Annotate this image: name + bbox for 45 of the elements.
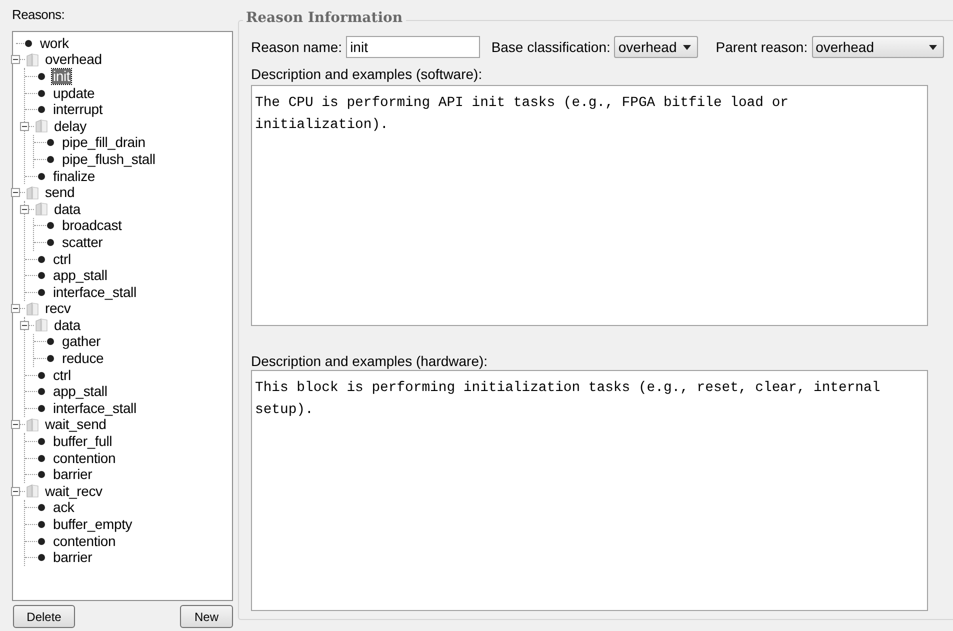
tree-item[interactable]: recv [44,301,72,316]
field-label: Parent reason: [716,39,808,55]
tree-item[interactable]: scatter [61,234,104,250]
tree-item[interactable]: data [53,202,82,217]
tree-item[interactable]: interface_stall [52,400,138,416]
tree-item[interactable]: ctrl [52,252,72,267]
tree-item[interactable]: pipe_flush_stall [61,152,156,167]
field-label: Base classification: [491,39,610,55]
parent-reason-dropdown[interactable]: overhead [812,36,944,58]
hardware-description-field[interactable]: This block is performing initialization tasks (e.g., reset, clear, internal setup). [251,370,928,611]
section-label: Reasons: [12,7,66,24]
tree-item[interactable]: app_stall [52,268,108,284]
tree-item[interactable]: broadcast [61,218,123,234]
tree-item[interactable]: work [39,36,70,51]
software-description-field[interactable]: The CPU is performing API init tasks (e.g., FPGA bitfile load or initialization). [251,85,928,326]
tree-item[interactable]: contention [52,534,117,549]
tree-item[interactable]: buffer_full [52,434,114,450]
tree-item[interactable]: finalize [52,168,96,184]
tree-item[interactable]: pipe_fill_drain [61,135,146,150]
tree-item[interactable]: gather [61,334,102,350]
tree-item[interactable]: send [44,185,76,200]
tree-item[interactable]: data [53,318,82,333]
tree-item[interactable]: delay [53,118,88,134]
tree-item[interactable]: init [52,68,72,84]
tree-item[interactable]: reduce [61,351,105,366]
tree-item[interactable]: overhead [44,52,103,68]
tree-item[interactable]: ack [52,500,76,516]
field-label: Description and examples (hardware): [251,352,489,370]
tree-item[interactable]: interrupt [52,102,104,118]
tree-item[interactable]: interface_stall [52,284,138,300]
field-label: Reason name: [251,39,342,55]
tree-item[interactable]: app_stall [52,384,108,400]
tree-item[interactable]: ctrl [52,368,72,383]
tree-item[interactable]: wait_recv [44,484,104,499]
tree-item[interactable]: update [52,86,96,101]
tree-item[interactable]: contention [52,450,117,466]
base-classification-dropdown[interactable]: overhead [614,36,698,58]
reason-name-field[interactable]: init [346,36,480,58]
tree-item[interactable]: barrier [52,467,94,482]
tree-item[interactable]: wait_send [44,417,108,432]
delete-button[interactable]: Delete [13,605,75,628]
tree-item[interactable]: buffer_empty [52,517,134,532]
field-label: Description and examples (software): [251,65,484,84]
tree-item[interactable]: barrier [52,550,94,566]
new-button[interactable]: New [180,605,233,628]
